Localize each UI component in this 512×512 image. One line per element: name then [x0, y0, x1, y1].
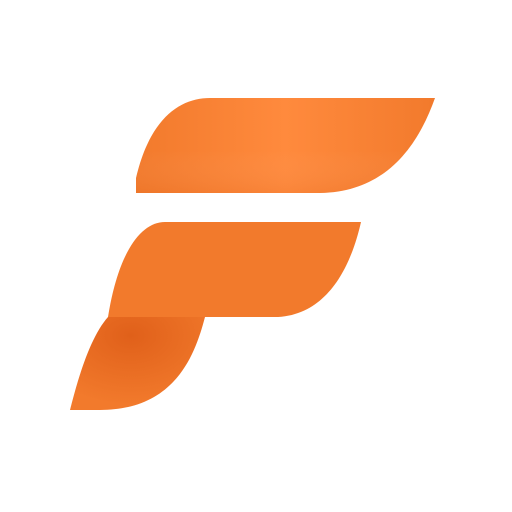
middle-bar	[108, 222, 361, 317]
stem	[70, 317, 205, 410]
letter-f-logo-icon	[70, 98, 435, 410]
top-bar	[136, 98, 435, 193]
app-canvas	[0, 0, 512, 512]
